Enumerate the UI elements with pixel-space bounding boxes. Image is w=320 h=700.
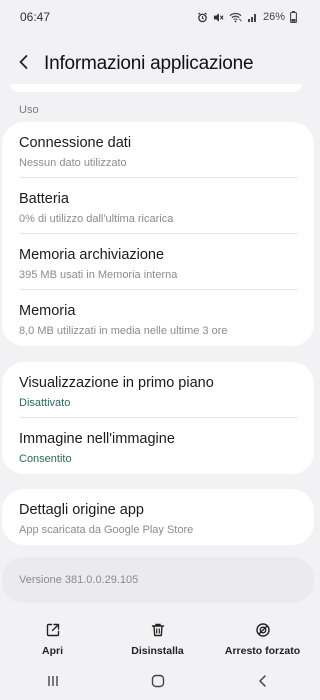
version-card: Versione 381.0.0.29.105: [2, 557, 314, 603]
row-title: Visualizzazione in primo piano: [19, 375, 214, 391]
open-label: Apri: [42, 645, 63, 657]
permissions-card: Visualizzazione in primo piano Disattiva…: [2, 362, 314, 474]
bottom-action-bar: Apri Disinstalla Arresto forzato: [0, 612, 315, 664]
home-icon: [151, 674, 165, 693]
row-subtitle: 0% di utilizzo dall'ultima ricarica: [19, 213, 174, 225]
row-picture-in-picture[interactable]: Immagine nell'immagine Consentito: [2, 418, 314, 474]
row-mobile-data[interactable]: Connessione dati Nessun dato utilizzato: [2, 122, 314, 178]
nav-back-icon: [256, 674, 270, 693]
row-subtitle: 395 MB usati in Memoria interna: [19, 269, 178, 281]
row-title: Memoria: [19, 303, 76, 319]
app-bar: Informazioni applicazione: [0, 44, 315, 84]
open-button[interactable]: Apri: [0, 612, 105, 664]
row-title: Connessione dati: [19, 135, 132, 151]
battery-percent: 26%: [262, 11, 285, 23]
row-subtitle: Nessun dato utilizzato: [19, 157, 127, 169]
row-battery[interactable]: Batteria 0% di utilizzo dall'ultima rica…: [2, 178, 314, 234]
back-arrow-icon: [17, 54, 31, 75]
usage-card: Connessione dati Nessun dato utilizzato …: [2, 122, 314, 346]
row-subtitle: 8,0 MB utilizzati in media nelle ultime …: [19, 325, 228, 337]
row-display-over-apps[interactable]: Visualizzazione in primo piano Disattiva…: [2, 362, 314, 418]
store-card: Dettagli origine app App scaricata da Go…: [2, 489, 314, 545]
mute-icon: [213, 12, 224, 23]
status-icons: 26%: [197, 11, 297, 23]
row-subtitle: App scaricata da Google Play Store: [19, 524, 194, 536]
version-text: Versione 381.0.0.29.105: [19, 574, 139, 586]
uninstall-button[interactable]: Disinstalla: [105, 612, 210, 664]
row-title: Dettagli origine app: [19, 502, 144, 518]
open-external-icon: [45, 612, 61, 638]
row-title: Immagine nell'immagine: [19, 431, 175, 447]
row-subtitle: Consentito: [19, 453, 72, 465]
top-card-edge: [10, 84, 302, 92]
section-label-usage: Uso: [19, 104, 39, 116]
signal-icon: [247, 12, 258, 23]
recent-apps-button[interactable]: [23, 668, 83, 698]
force-stop-label: Arresto forzato: [224, 645, 301, 657]
row-app-source-details[interactable]: Dettagli origine app App scaricata da Go…: [2, 489, 314, 545]
force-stop-icon: [255, 612, 271, 638]
trash-icon: [150, 612, 166, 638]
home-button[interactable]: [128, 668, 188, 698]
status-bar: 06:47 26%: [0, 0, 315, 34]
page-title: Informazioni applicazione: [44, 53, 254, 74]
battery-icon: [290, 11, 297, 23]
wifi-icon: [229, 12, 242, 23]
system-nav-bar: [0, 666, 315, 700]
row-storage[interactable]: Memoria archiviazione 395 MB usati in Me…: [2, 234, 314, 290]
force-stop-button[interactable]: Arresto forzato: [210, 612, 315, 664]
row-memory[interactable]: Memoria 8,0 MB utilizzati in media nelle…: [2, 290, 314, 346]
nav-back-button[interactable]: [233, 668, 293, 698]
recent-apps-icon: [46, 674, 60, 693]
uninstall-label: Disinstalla: [131, 645, 184, 657]
alarm-icon: [197, 11, 208, 23]
row-title: Memoria archiviazione: [19, 247, 165, 263]
row-title: Batteria: [19, 191, 69, 207]
row-subtitle: Disattivato: [19, 397, 71, 409]
back-button[interactable]: [4, 44, 44, 84]
status-time: 06:47: [20, 10, 51, 24]
